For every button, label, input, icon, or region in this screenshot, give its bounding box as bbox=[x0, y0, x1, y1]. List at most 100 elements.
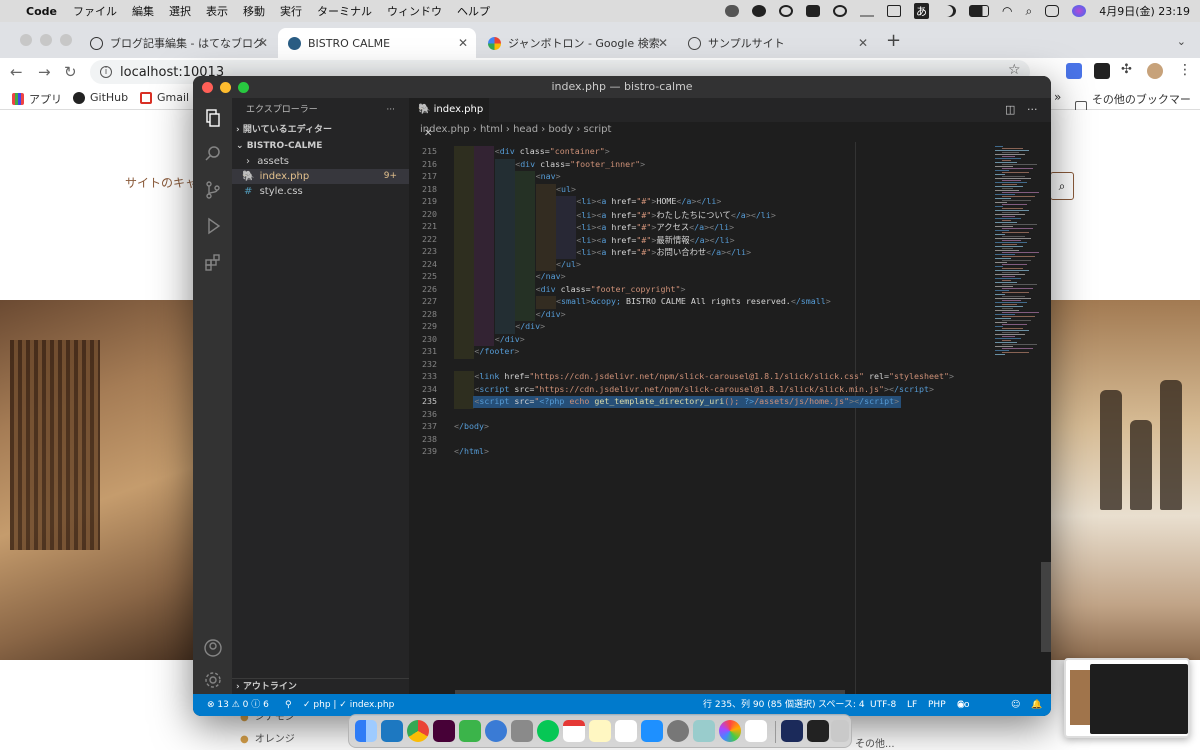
new-tab-button[interactable]: + bbox=[886, 30, 901, 51]
system-preferences-icon[interactable] bbox=[667, 720, 689, 742]
app-menu-code[interactable]: Code bbox=[26, 5, 57, 18]
notebook-extension-icon[interactable] bbox=[1094, 63, 1110, 79]
menu-window[interactable]: ウィンドウ bbox=[387, 3, 442, 19]
sourcetree-icon[interactable] bbox=[485, 720, 507, 742]
finder-icon[interactable] bbox=[355, 720, 377, 742]
file-tree-item-assets[interactable]: › assets bbox=[232, 154, 409, 169]
tab-search-icon[interactable]: ⌄ bbox=[1177, 35, 1186, 48]
tab-hatena-blog[interactable]: ブログ記事編集 - はてなブログ ✕ bbox=[80, 28, 276, 58]
photos-icon[interactable] bbox=[719, 720, 741, 742]
reminders-icon[interactable] bbox=[615, 720, 637, 742]
run-debug-icon[interactable] bbox=[203, 216, 223, 236]
site-search-button[interactable]: ⌕ bbox=[1050, 172, 1074, 200]
display-icon[interactable] bbox=[887, 5, 901, 17]
source-control-icon[interactable] bbox=[203, 180, 223, 200]
moon-icon[interactable] bbox=[942, 5, 956, 17]
line-icon[interactable] bbox=[537, 720, 559, 742]
checkbox-icon[interactable] bbox=[806, 5, 820, 17]
creative-cloud-icon[interactable] bbox=[779, 5, 793, 17]
settings-gear-icon[interactable] bbox=[203, 670, 223, 690]
music-app-icon[interactable] bbox=[781, 720, 803, 742]
eol-setting[interactable]: LF bbox=[907, 694, 917, 716]
tab-google-search[interactable]: ジャンボトロン - Google 検索 ✕ bbox=[478, 28, 676, 58]
wifi-icon[interactable]: ◠ bbox=[1002, 4, 1012, 18]
zoom-window-button[interactable] bbox=[238, 82, 249, 93]
app-store-icon[interactable] bbox=[641, 720, 663, 742]
outline-section[interactable]: › アウトライン bbox=[232, 678, 409, 694]
close-tab-icon[interactable]: ✕ bbox=[458, 36, 468, 50]
profile-avatar[interactable] bbox=[1147, 63, 1163, 79]
language-mode[interactable]: PHP bbox=[928, 694, 946, 716]
app-switcher-icon[interactable] bbox=[745, 720, 767, 742]
chrome-icon[interactable] bbox=[407, 720, 429, 742]
menu-go[interactable]: 移動 bbox=[243, 3, 265, 19]
menu-file[interactable]: ファイル bbox=[73, 3, 117, 19]
breadcrumb-item[interactable]: body bbox=[548, 124, 573, 135]
search-icon[interactable] bbox=[203, 144, 223, 164]
site-info-icon[interactable]: i bbox=[100, 66, 112, 78]
close-tab-icon[interactable]: ✕ bbox=[258, 36, 268, 50]
elephant-icon[interactable] bbox=[725, 5, 739, 17]
extensions-icon[interactable]: ✣ bbox=[1121, 62, 1132, 77]
input-source-indicator[interactable]: あ bbox=[914, 3, 929, 19]
editor-tab-index-php[interactable]: 🐘 index.php ✕ bbox=[409, 98, 489, 139]
control-center-icon[interactable] bbox=[1045, 5, 1060, 17]
siri-icon[interactable] bbox=[1072, 5, 1087, 17]
menu-edit[interactable]: 編集 bbox=[132, 3, 154, 19]
preview-icon[interactable] bbox=[693, 720, 715, 742]
account-icon[interactable] bbox=[203, 638, 223, 658]
editor-scrollbar[interactable] bbox=[1041, 562, 1051, 652]
bolt-icon[interactable] bbox=[752, 5, 766, 17]
notifications-bell-icon[interactable]: 🔔 bbox=[1031, 694, 1042, 716]
battery-icon[interactable] bbox=[969, 5, 989, 17]
trash-icon[interactable] bbox=[831, 720, 849, 742]
menu-terminal[interactable]: ターミナル bbox=[317, 3, 372, 19]
mute-icon[interactable] bbox=[860, 5, 874, 17]
tab-sample-site[interactable]: サンプルサイト ✕ bbox=[678, 28, 876, 58]
close-window-button[interactable] bbox=[20, 34, 32, 46]
browser-menu-icon[interactable]: ⋮ bbox=[1178, 62, 1192, 78]
menu-help[interactable]: ヘルプ bbox=[457, 3, 490, 19]
close-tab-icon[interactable]: ✕ bbox=[424, 128, 432, 139]
more-actions-icon[interactable]: ··· bbox=[1027, 103, 1038, 116]
calendar-icon[interactable] bbox=[563, 720, 585, 742]
vscode-icon[interactable] bbox=[381, 720, 403, 742]
file-tree-item-index-php[interactable]: 🐘 index.php 9+ bbox=[232, 169, 409, 184]
breadcrumb-item[interactable]: script bbox=[584, 124, 612, 135]
bookmark-gmail[interactable]: Gmail bbox=[140, 91, 189, 104]
close-tab-icon[interactable]: ✕ bbox=[858, 36, 868, 50]
notes-icon[interactable] bbox=[589, 720, 611, 742]
cursor-position[interactable]: 行 235、列 90 (85 個選択) bbox=[703, 694, 816, 716]
project-folder-section[interactable]: ⌄ BISTRO-CALME bbox=[232, 138, 409, 154]
explorer-icon[interactable] bbox=[203, 108, 223, 128]
menu-view[interactable]: 表示 bbox=[206, 3, 228, 19]
search-icon[interactable]: ⌕ bbox=[1025, 4, 1032, 19]
menubar-clock[interactable]: 4月9日(金) 23:19 bbox=[1099, 3, 1190, 19]
menu-run[interactable]: 実行 bbox=[280, 3, 302, 19]
translate-extension-icon[interactable] bbox=[1066, 63, 1082, 79]
close-tab-icon[interactable]: ✕ bbox=[658, 36, 668, 50]
extensions-icon[interactable] bbox=[203, 252, 223, 272]
terminal-icon[interactable] bbox=[807, 720, 829, 742]
php-status[interactable]: ✓ php | ✓ index.php bbox=[303, 694, 394, 716]
minimize-window-button[interactable] bbox=[40, 34, 52, 46]
file-tree-item-style-css[interactable]: # style.css bbox=[232, 184, 409, 199]
split-editor-icon[interactable]: ◫ bbox=[1005, 103, 1015, 116]
open-editors-section[interactable]: › 開いているエディター bbox=[232, 122, 409, 138]
launchpad-icon[interactable] bbox=[511, 720, 533, 742]
dev-tool-icon[interactable] bbox=[459, 720, 481, 742]
more-actions-icon[interactable]: ··· bbox=[386, 98, 395, 122]
encoding-setting[interactable]: UTF-8 bbox=[870, 694, 896, 716]
reload-button[interactable]: ↻ bbox=[64, 63, 77, 81]
adobe-xd-icon[interactable] bbox=[433, 720, 455, 742]
menu-selection[interactable]: 選択 bbox=[169, 3, 191, 19]
tab-bistro-calme[interactable]: BISTRO CALME ✕ bbox=[278, 28, 476, 58]
breadcrumb-item[interactable]: html bbox=[480, 124, 503, 135]
screenshot-thumbnail[interactable] bbox=[1064, 658, 1190, 738]
back-button[interactable]: ← bbox=[10, 63, 23, 81]
minimize-window-button[interactable] bbox=[220, 82, 231, 93]
sync-icon[interactable]: ⚲ bbox=[285, 694, 292, 716]
close-window-button[interactable] bbox=[202, 82, 213, 93]
zoom-window-button[interactable] bbox=[60, 34, 72, 46]
code-editor[interactable]: 215 <div class="container"> 216 <div class=… bbox=[409, 142, 1051, 694]
